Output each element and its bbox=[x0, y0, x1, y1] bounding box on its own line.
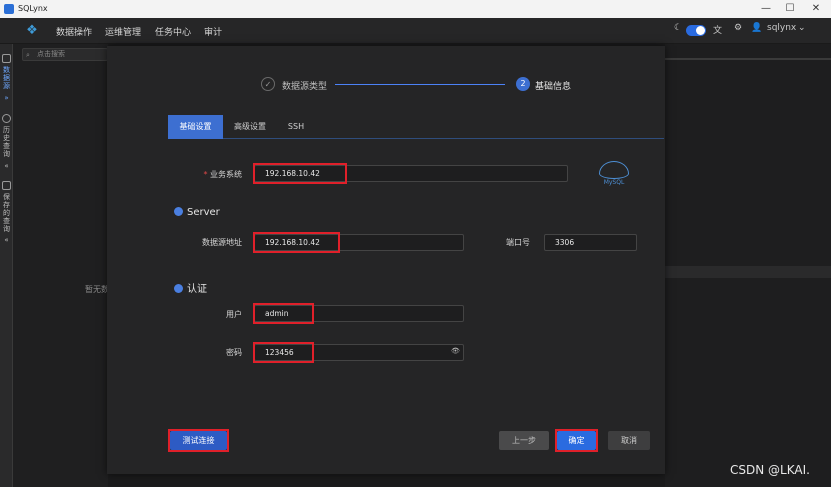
mysql-logo: MySQL bbox=[596, 161, 632, 193]
section-dot-icon bbox=[174, 284, 183, 293]
server-section-title: Server bbox=[174, 207, 220, 218]
expand-icon[interactable]: » bbox=[1, 94, 12, 102]
datasource-dialog bbox=[107, 46, 665, 474]
settings-icon[interactable]: ⚙ bbox=[734, 23, 742, 33]
search-history-icon bbox=[2, 114, 11, 123]
settings-tabs: 基础设置 高级设置 SSH bbox=[168, 115, 664, 139]
search-placeholder: 点击搜索 bbox=[37, 50, 65, 58]
step-number: 2 bbox=[516, 77, 530, 91]
search-input[interactable]: ⌕ 点击搜索 bbox=[22, 48, 108, 61]
minimize-button[interactable]: — bbox=[756, 2, 776, 16]
window-title: SQLynx bbox=[18, 4, 48, 13]
auth-section-title: 认证 bbox=[174, 280, 207, 295]
section-dot-icon bbox=[174, 207, 183, 216]
divider bbox=[665, 58, 831, 60]
server-section-text: Server bbox=[187, 207, 220, 218]
sidebar-item-history[interactable]: 历史查询 bbox=[1, 126, 12, 158]
left-activity-bar: 数据源 » 历史查询 « 保存的查询 « bbox=[0, 44, 13, 487]
previous-button[interactable]: 上一步 bbox=[499, 431, 549, 450]
side-panel bbox=[13, 44, 108, 487]
highlight-box bbox=[253, 303, 314, 324]
empty-text: 暂无数 bbox=[85, 285, 109, 294]
theme-toggle[interactable] bbox=[686, 25, 706, 36]
collapse-icon-2[interactable]: « bbox=[1, 236, 12, 244]
step-done-check-icon: ✓ bbox=[261, 77, 275, 91]
nav-item-task-center[interactable]: 任务中心 bbox=[155, 25, 191, 38]
saved-query-icon bbox=[2, 181, 11, 190]
user-name[interactable]: sqlynx bbox=[767, 23, 796, 33]
password-label: 密码 bbox=[226, 348, 242, 357]
moon-icon: ☾ bbox=[674, 23, 683, 33]
watermark: CSDN @LKAI. bbox=[730, 463, 810, 477]
step-basic-info: 基础信息 bbox=[535, 82, 572, 92]
top-navigation: ❖ 数据操作 运维管理 任务中心 审计 ☾ 文 ⚙ 👤 sqlynx ⌄ bbox=[0, 18, 831, 44]
maximize-button[interactable]: ☐ bbox=[780, 2, 800, 16]
mysql-logo-text: MySQL bbox=[603, 179, 625, 186]
business-system-label: * 业务系统 bbox=[180, 169, 242, 180]
host-label: 数据源地址 bbox=[202, 238, 242, 247]
close-button[interactable]: ✕ bbox=[806, 2, 826, 16]
result-header bbox=[665, 266, 831, 278]
collapse-icon[interactable]: « bbox=[1, 162, 12, 170]
sidebar-item-datasource[interactable]: 数据源 bbox=[1, 66, 12, 90]
user-label: 用户 bbox=[226, 310, 242, 319]
tab-advanced-settings[interactable]: 高级设置 bbox=[226, 115, 274, 139]
tab-basic-settings[interactable]: 基础设置 bbox=[168, 115, 223, 139]
search-icon: ⌕ bbox=[26, 51, 30, 59]
chevron-down-icon[interactable]: ⌄ bbox=[798, 23, 806, 33]
auth-section-text: 认证 bbox=[187, 284, 207, 295]
user-icon: 👤 bbox=[751, 23, 763, 33]
sqlynx-logo-icon[interactable]: ❖ bbox=[24, 23, 40, 39]
database-icon bbox=[2, 54, 11, 63]
nav-item-data-ops[interactable]: 数据操作 bbox=[56, 25, 92, 38]
window-titlebar: SQLynx — ☐ ✕ bbox=[0, 0, 831, 18]
business-system-label-text: 业务系统 bbox=[210, 170, 242, 179]
step-connector bbox=[335, 84, 505, 85]
highlight-box bbox=[253, 232, 340, 253]
tab-ssh[interactable]: SSH bbox=[278, 115, 314, 139]
app-icon bbox=[4, 4, 14, 14]
cancel-button[interactable]: 取消 bbox=[608, 431, 650, 450]
eye-icon[interactable]: 👁 bbox=[451, 347, 460, 355]
mysql-dolphin-icon bbox=[599, 161, 629, 179]
required-mark: * bbox=[203, 170, 208, 179]
step-datasource-type[interactable]: 数据源类型 bbox=[282, 79, 327, 92]
highlight-box bbox=[253, 163, 347, 184]
port-label: 端口号 bbox=[506, 238, 530, 247]
highlight-box bbox=[555, 429, 598, 452]
translate-icon[interactable]: 文 bbox=[713, 23, 722, 36]
editor-area bbox=[665, 44, 831, 487]
sidebar-item-saved[interactable]: 保存的查询 bbox=[1, 193, 12, 233]
port-input[interactable]: 3306 bbox=[544, 234, 637, 251]
nav-item-ops-management[interactable]: 运维管理 bbox=[105, 25, 141, 38]
highlight-box bbox=[253, 342, 314, 363]
highlight-box bbox=[168, 429, 229, 452]
nav-item-audit[interactable]: 审计 bbox=[204, 25, 222, 38]
